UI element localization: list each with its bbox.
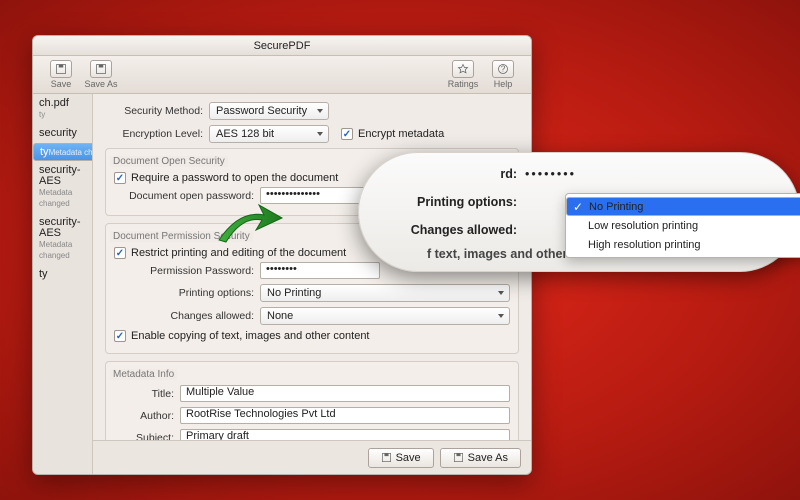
saveas-button[interactable]: Save As	[81, 60, 121, 89]
question-icon: ?	[492, 60, 514, 78]
encrypt-metadata-checkbox[interactable]	[341, 128, 353, 140]
star-icon	[452, 60, 474, 78]
saveas-label: Save As	[84, 79, 117, 89]
menu-item-high-res[interactable]: High resolution printing	[566, 235, 800, 254]
meta-title-label: Title:	[114, 388, 174, 400]
require-open-password-label: Require a password to open the document	[131, 172, 338, 184]
callout-changes-label: Changes allowed:	[399, 223, 517, 237]
meta-title-field[interactable]: Multiple Value	[180, 385, 510, 402]
floppy-icon	[381, 452, 392, 463]
restrict-permission-label: Restrict printing and editing of the doc…	[131, 247, 346, 259]
menu-item-low-res[interactable]: Low resolution printing	[566, 216, 800, 235]
callout-rd-value: ••••••••	[525, 167, 576, 181]
security-method-select[interactable]: Password Security	[209, 102, 329, 120]
meta-author-label: Author:	[114, 410, 174, 422]
ratings-button[interactable]: Ratings	[443, 60, 483, 89]
floppy-icon	[90, 60, 112, 78]
encryption-level-select[interactable]: AES 128 bit	[209, 125, 329, 143]
menu-item-no-printing[interactable]: No Printing	[566, 197, 800, 216]
meta-author-field[interactable]: RootRise Technologies Pvt Ltd	[180, 407, 510, 424]
sidebar-item[interactable]: tyMetadata changed	[33, 143, 93, 161]
sidebar: ch.pdfty security tyMetadata changed sec…	[33, 94, 93, 474]
help-button[interactable]: ? Help	[483, 60, 523, 89]
enable-copy-label: Enable copying of text, images and other…	[131, 330, 370, 342]
sidebar-item[interactable]: security-AESMetadata changed	[33, 213, 92, 265]
svg-text:?: ?	[501, 64, 506, 73]
sidebar-item[interactable]: security-AESMetadata changed	[33, 161, 92, 213]
toolbar: Save Save As Ratings ? Help	[33, 56, 531, 94]
encryption-level-label: Encryption Level:	[105, 128, 203, 140]
permission-password-field[interactable]: ••••••••	[260, 262, 380, 279]
permission-security-header: Document Permission Security	[110, 231, 253, 242]
help-label: Help	[494, 79, 513, 89]
sidebar-item[interactable]: ty	[33, 265, 92, 284]
printing-options-select[interactable]: No Printing	[260, 284, 510, 302]
changes-allowed-label: Changes allowed:	[114, 310, 254, 322]
restrict-permission-checkbox[interactable]	[114, 247, 126, 259]
security-method-label: Security Method:	[105, 105, 203, 117]
window-title: SecurePDF	[254, 40, 311, 52]
callout-rd-label: rd:	[399, 167, 517, 181]
open-security-header: Document Open Security	[110, 156, 228, 167]
printing-options-menu: No Printing Low resolution printing High…	[565, 193, 800, 258]
main-panel: Security Method: Password Security Encry…	[93, 94, 531, 474]
enable-copy-checkbox[interactable]	[114, 330, 126, 342]
footer: Save Save As	[93, 440, 531, 474]
footer-saveas-button[interactable]: Save As	[440, 448, 521, 468]
ratings-label: Ratings	[448, 79, 479, 89]
titlebar[interactable]: SecurePDF	[33, 36, 531, 56]
floppy-icon	[453, 452, 464, 463]
printing-options-label: Printing options:	[114, 287, 254, 299]
save-button[interactable]: Save	[41, 60, 81, 89]
metadata-header: Metadata Info	[110, 369, 177, 380]
permission-password-label: Permission Password:	[114, 265, 254, 277]
callout-printing-label: Printing options:	[399, 195, 517, 209]
footer-save-button[interactable]: Save	[368, 448, 434, 468]
open-password-label: Document open password:	[114, 190, 254, 202]
require-open-password-checkbox[interactable]	[114, 172, 126, 184]
sidebar-item[interactable]: ch.pdfty	[33, 94, 92, 124]
encrypt-metadata-label: Encrypt metadata	[358, 128, 444, 140]
floppy-icon	[50, 60, 72, 78]
changes-allowed-select[interactable]: None	[260, 307, 510, 325]
callout-magnifier: rd: •••••••• Printing options: Changes a…	[358, 152, 800, 272]
sidebar-item[interactable]: security	[33, 124, 92, 143]
save-label: Save	[51, 79, 72, 89]
